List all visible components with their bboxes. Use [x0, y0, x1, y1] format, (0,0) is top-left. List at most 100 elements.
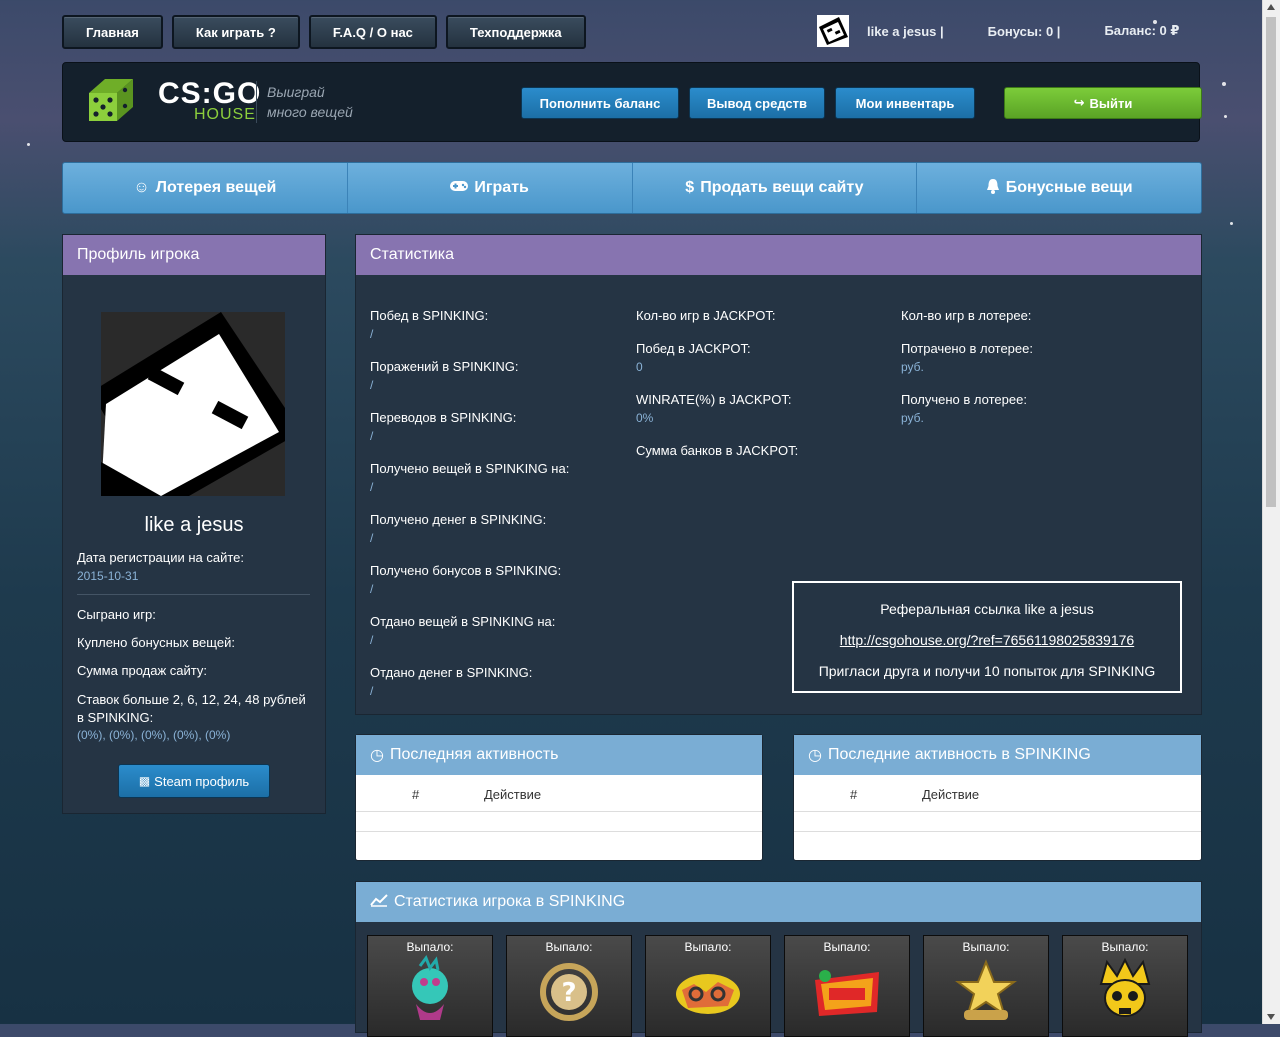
stat-label: Кол-во игр в лотерее:	[901, 308, 1032, 323]
drop-label: Выпало:	[823, 940, 871, 954]
drop-card[interactable]: Выпало:	[1062, 935, 1188, 1037]
logo-subtitle: HOUSE	[194, 106, 256, 123]
inventory-button[interactable]: Мои инвентарь	[835, 87, 975, 119]
logout-label: Выйти	[1089, 95, 1133, 111]
nav-faq-button[interactable]: F.A.Q / О нас	[308, 15, 437, 49]
profile-username: like a jesus	[144, 514, 244, 536]
drop-card[interactable]: Выпало:	[923, 935, 1049, 1037]
deposit-button[interactable]: Пополнить баланс	[521, 87, 679, 119]
reg-date-label: Дата регистрации на сайте:	[77, 550, 245, 565]
tab-bonus-label: Бонусные вещи	[1005, 179, 1133, 196]
tab-bonus[interactable]: Бонусные вещи	[917, 163, 1201, 213]
stat-value: /	[370, 684, 374, 698]
stat-value: /	[370, 480, 374, 494]
table-row	[356, 811, 762, 832]
withdraw-button[interactable]: Вывод средств	[689, 87, 825, 119]
stats-title: Статистика	[356, 235, 1201, 275]
drop-label: Выпало:	[545, 940, 593, 954]
scroll-up-icon[interactable]	[1267, 4, 1275, 10]
stat-label: Потрачено в лотерее:	[901, 341, 1033, 356]
stat-label: Поражений в SPINKING:	[370, 359, 519, 374]
drop-label: Выпало:	[406, 940, 454, 954]
stat-value: /	[370, 429, 374, 443]
stat-value: /	[370, 531, 374, 545]
dollar-icon: $	[685, 179, 695, 196]
stat-label: WINRATE(%) в JACKPOT:	[636, 392, 792, 407]
last-activity-header: ◷ Последняя активность	[356, 735, 762, 775]
tab-play-label: Играть	[474, 179, 529, 196]
logout-button[interactable]: ↪ Выйти	[1004, 87, 1202, 119]
stat-label: Побед в JACKPOT:	[636, 341, 751, 356]
page-scrollbar[interactable]	[1262, 0, 1280, 1024]
referral-invite-text: Пригласи друга и получи 10 попыток для S…	[818, 663, 1156, 679]
scroll-down-icon[interactable]	[1267, 1014, 1275, 1020]
avatar[interactable]	[817, 15, 849, 47]
dice-logo-icon[interactable]	[87, 75, 137, 125]
bash-sticker-icon	[815, 970, 879, 1016]
stat-value: руб.	[901, 411, 924, 425]
logout-icon: ↪	[1073, 95, 1085, 110]
table-header: # Действие	[794, 783, 1201, 812]
referral-link[interactable]: http://csgohouse.org/?ref=76561198025839…	[794, 632, 1180, 648]
drop-card[interactable]: Выпало: ?	[506, 935, 632, 1037]
crown-skull-icon	[1099, 957, 1151, 1017]
steam-profile-label: Steam профиль	[154, 773, 250, 789]
zombie-sticker-icon	[412, 954, 448, 1020]
stat-value: 0%	[636, 411, 654, 425]
tab-lottery-label: Лотерея вещей	[155, 179, 277, 196]
nav-support-button[interactable]: Техподдержка	[445, 15, 586, 49]
steam-profile-button[interactable]: ▩ Steam профиль	[118, 764, 270, 798]
reg-date-value: 2015-10-31	[77, 569, 139, 583]
spinking-stats-header: Статистика игрока в SPINKING	[356, 882, 1201, 922]
tab-sell[interactable]: $ Продать вещи сайту	[633, 163, 918, 213]
user-bar: like a jesus | Бонусы: 0 | Баланс: 0 ₽	[817, 15, 1179, 47]
sales-sum-label: Сумма продаж сайту:	[77, 663, 207, 678]
drop-card[interactable]: Выпало:	[367, 935, 493, 1037]
main-tabs: ☺ Лотерея вещей Играть $ Продать вещи са…	[62, 162, 1202, 214]
stat-value: /	[370, 378, 374, 392]
referral-title: Реферальная ссылка like a jesus	[880, 601, 1094, 617]
stats-panel: Статистика Побед в SPINKING: / Поражений…	[355, 234, 1202, 715]
tab-play[interactable]: Играть	[348, 163, 633, 213]
profile-avatar	[101, 312, 285, 496]
table-header: # Действие	[356, 783, 762, 812]
drop-card[interactable]: Выпало:	[645, 935, 771, 1037]
stat-label: Отдано вещей в SPINKING на:	[370, 614, 556, 629]
profile-title: Профиль игрока	[63, 235, 325, 275]
stat-label: Получено вещей в SPINKING на:	[370, 461, 570, 476]
back-sticker-icon	[676, 974, 740, 1014]
profile-divider	[77, 594, 310, 595]
stat-label: Получено бонусов в SPINKING:	[370, 563, 562, 578]
chart-line-icon	[370, 893, 388, 912]
spinking-activity-title: Последние активность в SPINKING	[827, 746, 1091, 763]
smile-icon: ☺	[133, 179, 150, 196]
drop-label: Выпало:	[1101, 940, 1149, 954]
top-nav: Главная Как играть ? F.A.Q / О нас Техпо…	[62, 15, 586, 49]
referral-box: Реферальная ссылка like a jesus http://c…	[792, 581, 1182, 693]
svg-text:?: ?	[561, 978, 576, 1008]
nav-home-button[interactable]: Главная	[62, 15, 163, 49]
stat-label: Отдано денег в SPINKING:	[370, 665, 533, 680]
drop-card[interactable]: Выпало:	[784, 935, 910, 1037]
site-header: CS:GO HOUSE Выиграй много вещей Пополнит…	[62, 62, 1202, 142]
username-label[interactable]: like a jesus |	[867, 24, 944, 39]
scroll-thumb[interactable]	[1266, 17, 1276, 507]
stat-value: руб.	[901, 360, 924, 374]
stat-value: 0	[636, 360, 643, 374]
stat-label: Кол-во игр в JACKPOT:	[636, 308, 776, 323]
clock-icon: ◷	[808, 747, 822, 764]
nav-how-to-play-button[interactable]: Как играть ?	[171, 15, 300, 49]
bell-icon	[986, 178, 1000, 199]
question-laurel-icon: ?	[540, 963, 598, 1021]
stat-value: /	[370, 327, 374, 341]
tab-sell-label: Продать вещи сайту	[700, 179, 864, 196]
clock-icon: ◷	[370, 747, 384, 764]
drop-label: Выпало:	[684, 940, 732, 954]
tab-lottery[interactable]: ☺ Лотерея вещей	[63, 163, 348, 213]
spinking-activity-panel: ◷ Последние активность в SPINKING # Дейс…	[793, 734, 1202, 861]
stat-label: Получено денег в SPINKING:	[370, 512, 547, 527]
balance-label: Баланс: 0 ₽	[1104, 23, 1180, 38]
tagline-line-2: много вещей	[267, 104, 353, 120]
column-header-num: #	[850, 787, 858, 802]
last-activity-panel: ◷ Последняя активность # Действие	[355, 734, 763, 861]
